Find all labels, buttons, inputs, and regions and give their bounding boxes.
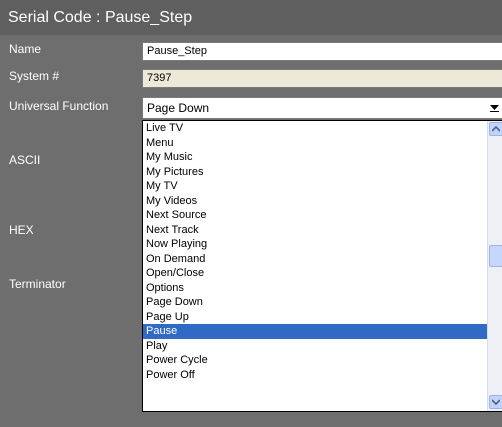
dropdown-option[interactable]: Power Cycle	[143, 353, 487, 368]
dropdown-option[interactable]: Next Track	[143, 223, 487, 238]
dropdown-option[interactable]: Play	[143, 339, 487, 354]
dropdown-option[interactable]: My Pictures	[143, 165, 487, 180]
dropdown-list[interactable]: Live TV Menu My Music My Pictures My TV My Vi…	[142, 120, 502, 412]
dropdown-option[interactable]: Next Source	[143, 208, 487, 223]
chevron-down-icon	[492, 399, 500, 405]
dropdown-option[interactable]: Page Down	[143, 295, 487, 310]
dropdown-option[interactable]: Open/Close	[143, 266, 487, 281]
terminator-label: Terminator	[9, 277, 66, 291]
dropdown-option[interactable]: Page Up	[143, 310, 487, 325]
name-field[interactable]: Pause_Step	[142, 42, 502, 61]
chevron-up-icon	[492, 126, 500, 132]
universal-function-select[interactable]: Page Down	[142, 97, 502, 119]
universal-function-value: Page Down	[147, 101, 210, 115]
scroll-down-button[interactable]	[489, 395, 502, 409]
dropdown-option[interactable]: My Videos	[143, 194, 487, 209]
window-title: Serial Code : Pause_Step	[0, 0, 502, 35]
ascii-label: ASCII	[9, 153, 41, 167]
bottom-strip	[0, 413, 502, 427]
dropdown-option[interactable]: My Music	[143, 150, 487, 165]
hex-label: HEX	[9, 223, 34, 237]
system-number-label: System #	[9, 69, 60, 83]
scroll-thumb[interactable]	[489, 245, 502, 267]
dropdown-option[interactable]: On Demand	[143, 252, 487, 267]
dropdown-option[interactable]: Live TV	[143, 121, 487, 136]
dropdown-items: Live TV Menu My Music My Pictures My TV My Vi…	[143, 121, 502, 382]
system-number-field: 7397	[142, 69, 502, 88]
dropdown-option[interactable]: Power Off	[143, 368, 487, 383]
dropdown-option[interactable]: Menu	[143, 136, 487, 151]
list-scrollbar[interactable]	[487, 121, 502, 411]
dropdown-option[interactable]: Now Playing	[143, 237, 487, 252]
dropdown-option[interactable]: My TV	[143, 179, 487, 194]
universal-function-label: Universal Function	[9, 99, 109, 113]
scroll-up-button[interactable]	[489, 122, 502, 136]
dropdown-option[interactable]: Options	[143, 281, 487, 296]
name-label: Name	[9, 42, 42, 56]
chevron-down-icon	[490, 105, 499, 112]
dropdown-button[interactable]	[487, 98, 502, 118]
dropdown-option[interactable]: Pause	[143, 324, 487, 339]
